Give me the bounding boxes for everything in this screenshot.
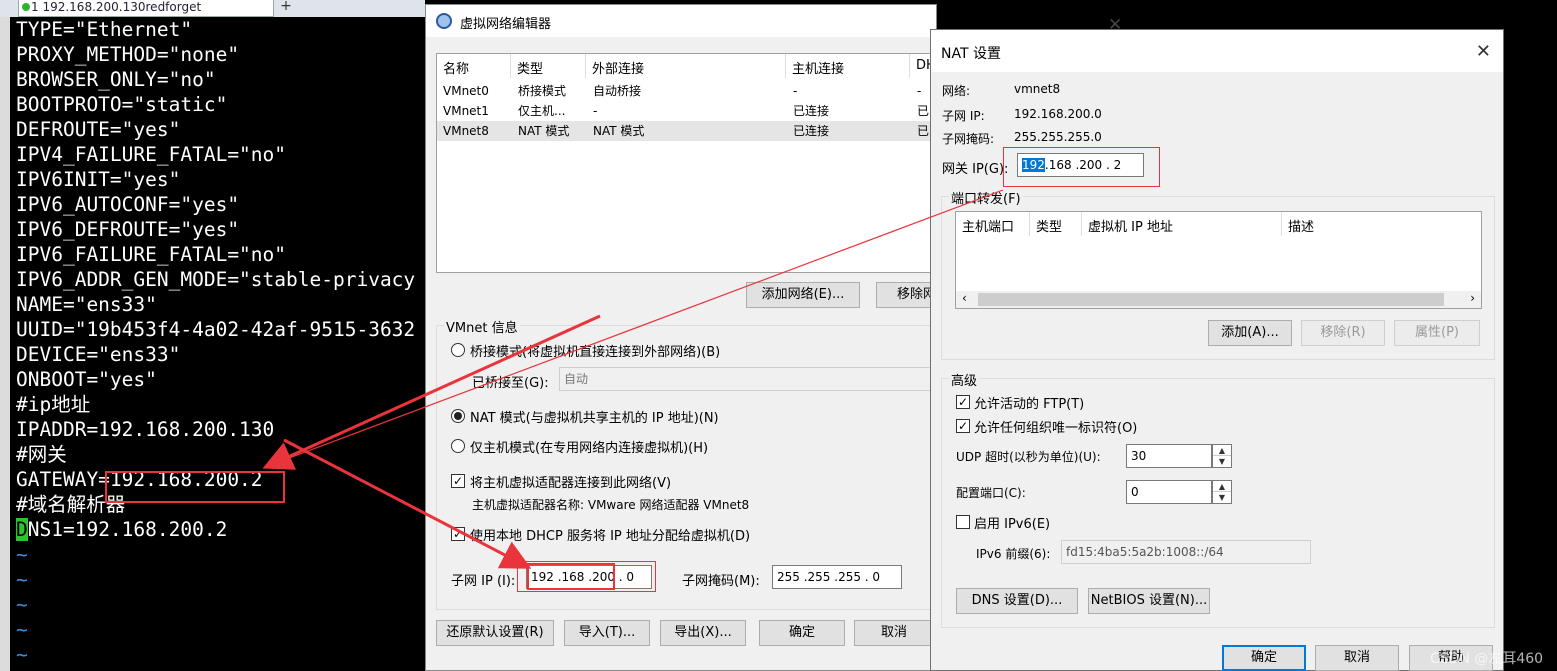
arrow-subnet — [283, 438, 532, 569]
arrow-gateway-thin — [267, 189, 1004, 467]
watermark: CSDN @左耳460 — [1430, 651, 1544, 667]
arrow-gateway — [262, 314, 601, 470]
annotation-arrows — [262, 189, 1004, 569]
